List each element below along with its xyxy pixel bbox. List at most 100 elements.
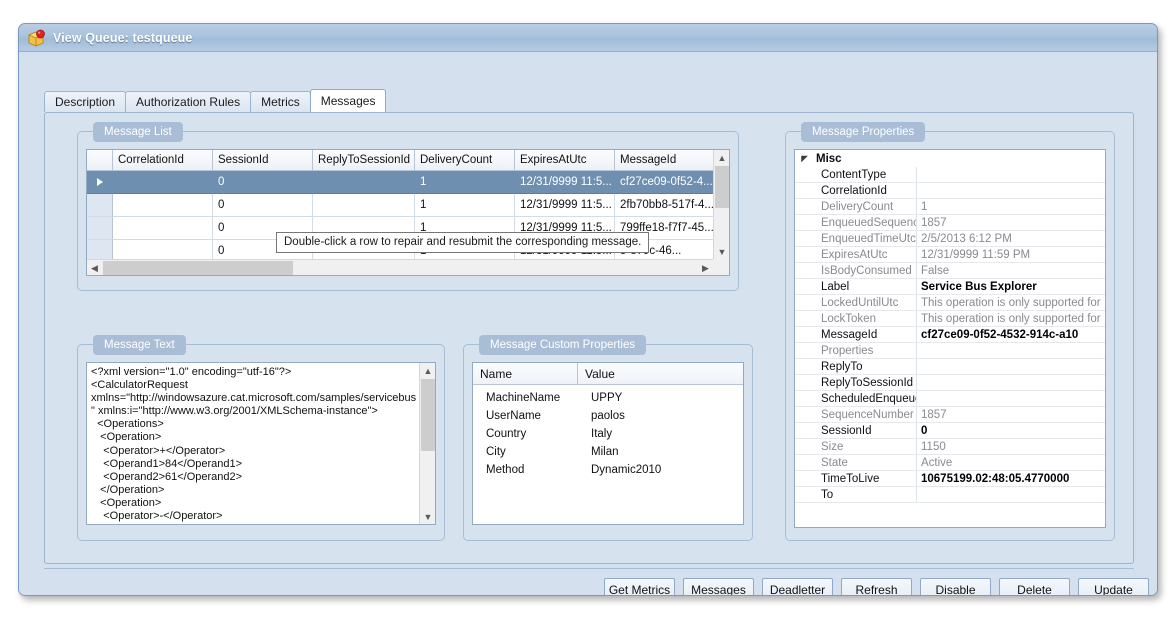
- column-header-expiresatutc[interactable]: ExpiresAtUtc: [515, 150, 615, 171]
- column-header-value[interactable]: Value: [578, 363, 743, 384]
- row-selector[interactable]: [87, 171, 113, 194]
- property-row-lockeduntilutc[interactable]: LockedUntilUtc This operation is only su…: [795, 295, 1105, 311]
- list-item[interactable]: Method Dynamic2010: [473, 461, 743, 479]
- deadletter-button[interactable]: Deadletter: [762, 578, 833, 595]
- scroll-left-icon[interactable]: ◀: [87, 260, 102, 275]
- property-value[interactable]: [917, 183, 1105, 198]
- scroll-up-icon[interactable]: ▲: [420, 363, 435, 378]
- property-row-timetolive[interactable]: TimeToLive 10675199.02:48:05.4770000: [795, 471, 1105, 487]
- cell-sessionid[interactable]: 0: [213, 171, 313, 194]
- property-value[interactable]: Active: [917, 455, 1105, 470]
- property-value[interactable]: [917, 487, 1105, 502]
- property-row-to[interactable]: To: [795, 487, 1105, 503]
- property-value[interactable]: 2/5/2013 6:12 PM: [917, 231, 1105, 246]
- property-value[interactable]: 1150: [917, 439, 1105, 454]
- property-row-replyto[interactable]: ReplyTo: [795, 359, 1105, 375]
- scroll-up-icon[interactable]: ▲: [714, 150, 729, 165]
- property-value[interactable]: [917, 391, 1105, 406]
- cell-expiresatutc[interactable]: 12/31/9999 11:5...: [515, 194, 615, 217]
- property-value[interactable]: False: [917, 263, 1105, 278]
- messages-button[interactable]: Messages: [683, 578, 754, 595]
- column-header-messageid[interactable]: MessageId: [615, 150, 714, 171]
- property-value[interactable]: cf27ce09-0f52-4532-914c-a10: [917, 327, 1105, 342]
- property-value[interactable]: 1857: [917, 407, 1105, 422]
- vertical-scroll-thumb[interactable]: [421, 379, 435, 451]
- disable-button[interactable]: Disable: [920, 578, 991, 595]
- collapse-triangle-icon[interactable]: ◤: [799, 153, 810, 164]
- property-value[interactable]: [917, 359, 1105, 374]
- tab-authorization-rules[interactable]: Authorization Rules: [125, 91, 252, 112]
- cell-correlationid[interactable]: [113, 194, 213, 217]
- column-header-correlationid[interactable]: CorrelationId: [113, 150, 213, 171]
- cell-replytosessionid[interactable]: [313, 171, 415, 194]
- grid-corner-header[interactable]: [87, 150, 113, 171]
- cell-deliverycount[interactable]: 1: [415, 194, 515, 217]
- tab-metrics[interactable]: Metrics: [250, 91, 311, 112]
- cell-expiresatutc[interactable]: 12/31/9999 11:5...: [515, 171, 615, 194]
- message-properties-grid[interactable]: ◤ Misc ContentType CorrelationId Deliver…: [794, 149, 1106, 528]
- property-value[interactable]: This operation is only supported for: [917, 311, 1105, 326]
- property-row-replytosessionid[interactable]: ReplyToSessionId: [795, 375, 1105, 391]
- update-button[interactable]: Update: [1078, 578, 1149, 595]
- vertical-scroll-thumb[interactable]: [715, 166, 729, 208]
- property-row-isbodyconsumed[interactable]: IsBodyConsumed False: [795, 263, 1105, 279]
- column-header-sessionid[interactable]: SessionId: [213, 150, 313, 171]
- property-row-enqueuedtimeutc[interactable]: EnqueuedTimeUtc 2/5/2013 6:12 PM: [795, 231, 1105, 247]
- property-category-misc[interactable]: ◤ Misc: [795, 150, 1105, 167]
- column-header-name[interactable]: Name: [473, 363, 578, 384]
- property-row-messageid[interactable]: MessageId cf27ce09-0f52-4532-914c-a10: [795, 327, 1105, 343]
- property-row-sequencenumber[interactable]: SequenceNumber 1857: [795, 407, 1105, 423]
- property-row-deliverycount[interactable]: DeliveryCount 1: [795, 199, 1105, 215]
- refresh-button[interactable]: Refresh: [841, 578, 912, 595]
- property-row-expiresatutc[interactable]: ExpiresAtUtc 12/31/9999 11:59 PM: [795, 247, 1105, 263]
- row-selector[interactable]: [87, 194, 113, 217]
- get-metrics-button[interactable]: Get Metrics: [604, 578, 675, 595]
- cell-correlationid[interactable]: [113, 171, 213, 194]
- cell-deliverycount[interactable]: 1: [415, 171, 515, 194]
- tab-messages[interactable]: Messages: [309, 89, 387, 112]
- cell-correlationid[interactable]: [113, 217, 213, 240]
- horizontal-scroll-thumb[interactable]: [103, 261, 293, 275]
- property-row-scheduledenqueuetimeutc[interactable]: ScheduledEnqueueTimeU: [795, 391, 1105, 407]
- delete-button[interactable]: Delete: [999, 578, 1070, 595]
- property-row-enqueuedsequencenumber[interactable]: EnqueuedSequenceNumb 1857: [795, 215, 1105, 231]
- property-value[interactable]: [917, 343, 1105, 358]
- scroll-right-icon[interactable]: ▶: [698, 260, 713, 275]
- property-value[interactable]: [917, 375, 1105, 390]
- property-value[interactable]: 1: [917, 199, 1105, 214]
- property-row-contenttype[interactable]: ContentType: [795, 167, 1105, 183]
- table-row[interactable]: 0 1 12/31/9999 11:5... cf27ce09-0f52-4..…: [87, 171, 729, 194]
- property-row-state[interactable]: State Active: [795, 455, 1105, 471]
- property-value[interactable]: Service Bus Explorer: [917, 279, 1105, 294]
- list-item[interactable]: MachineName UPPY: [473, 389, 743, 407]
- list-item[interactable]: UserName paolos: [473, 407, 743, 425]
- grid-vertical-scrollbar[interactable]: ▲ ▼: [713, 150, 729, 259]
- message-list-grid[interactable]: CorrelationId SessionId ReplyToSessionId…: [86, 149, 730, 276]
- message-text-scrollbar[interactable]: ▲ ▼: [419, 363, 435, 524]
- cell-messageid[interactable]: 2fb70bb8-517f-4...: [615, 194, 714, 217]
- column-header-deliverycount[interactable]: DeliveryCount: [415, 150, 515, 171]
- tab-description[interactable]: Description: [44, 91, 127, 112]
- grid-horizontal-scrollbar[interactable]: ◀ ▶: [87, 259, 713, 275]
- property-value[interactable]: [917, 167, 1105, 182]
- cell-sessionid[interactable]: 0: [213, 194, 313, 217]
- message-text-input[interactable]: <?xml version="1.0" encoding="utf-16"?> …: [86, 362, 436, 525]
- scroll-down-icon[interactable]: ▼: [714, 244, 729, 259]
- property-value[interactable]: 1857: [917, 215, 1105, 230]
- property-row-size[interactable]: Size 1150: [795, 439, 1105, 455]
- scroll-down-icon[interactable]: ▼: [420, 509, 435, 524]
- property-row-label[interactable]: Label Service Bus Explorer: [795, 279, 1105, 295]
- cell-messageid[interactable]: cf27ce09-0f52-4...: [615, 171, 714, 194]
- property-value[interactable]: This operation is only supported for: [917, 295, 1105, 310]
- property-value[interactable]: 0: [917, 423, 1105, 438]
- property-row-properties[interactable]: Properties: [795, 343, 1105, 359]
- list-item[interactable]: City Milan: [473, 443, 743, 461]
- row-selector[interactable]: [87, 217, 113, 240]
- cell-replytosessionid[interactable]: [313, 194, 415, 217]
- table-row[interactable]: 0 1 12/31/9999 11:5... 2fb70bb8-517f-4..…: [87, 194, 729, 217]
- list-item[interactable]: Country Italy: [473, 425, 743, 443]
- property-row-locktoken[interactable]: LockToken This operation is only support…: [795, 311, 1105, 327]
- column-header-replytosessionid[interactable]: ReplyToSessionId: [313, 150, 415, 171]
- message-text-content[interactable]: <?xml version="1.0" encoding="utf-16"?> …: [91, 366, 417, 522]
- custom-properties-grid[interactable]: Name Value MachineName UPPY UserName pao…: [472, 362, 744, 525]
